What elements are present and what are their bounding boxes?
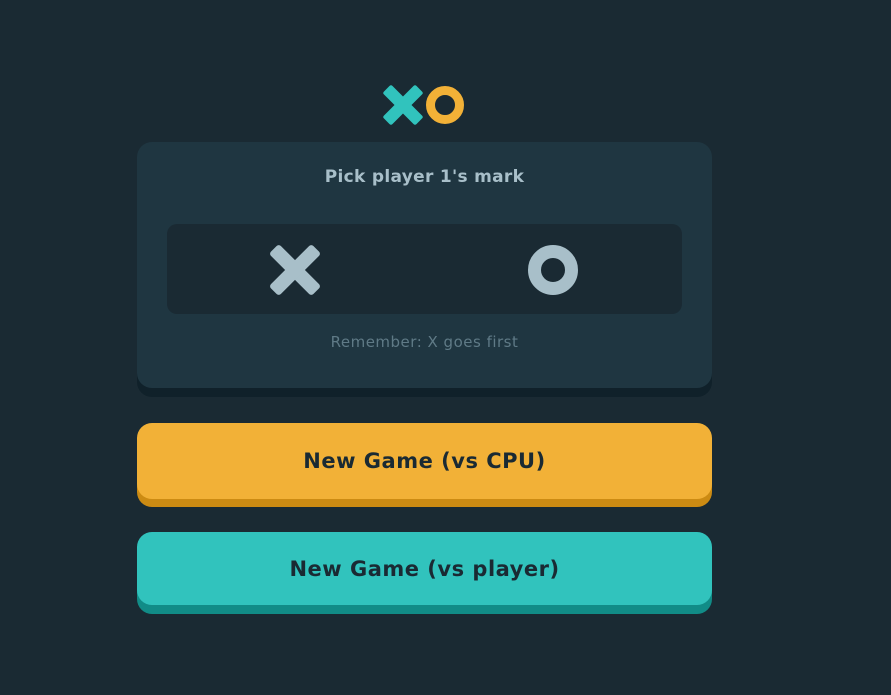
logo-o-icon	[426, 86, 464, 124]
xo-logo-icon	[383, 85, 464, 125]
x-mark-icon	[270, 245, 320, 295]
mark-picker-panel: Pick player 1's mark Remember: X goes fi…	[137, 142, 712, 388]
xo-logo	[383, 85, 465, 125]
o-mark-icon	[528, 245, 578, 295]
pick-o-option[interactable]	[425, 224, 682, 314]
new-game-vs-player-button[interactable]: New Game (vs player)	[137, 532, 712, 605]
mark-toggle	[167, 224, 682, 314]
new-game-vs-cpu-button[interactable]: New Game (vs CPU)	[137, 423, 712, 499]
picker-hint: Remember: X goes first	[330, 333, 519, 351]
pick-x-option[interactable]	[167, 224, 424, 314]
logo-x-icon	[383, 85, 423, 125]
picker-title: Pick player 1's mark	[324, 167, 525, 187]
